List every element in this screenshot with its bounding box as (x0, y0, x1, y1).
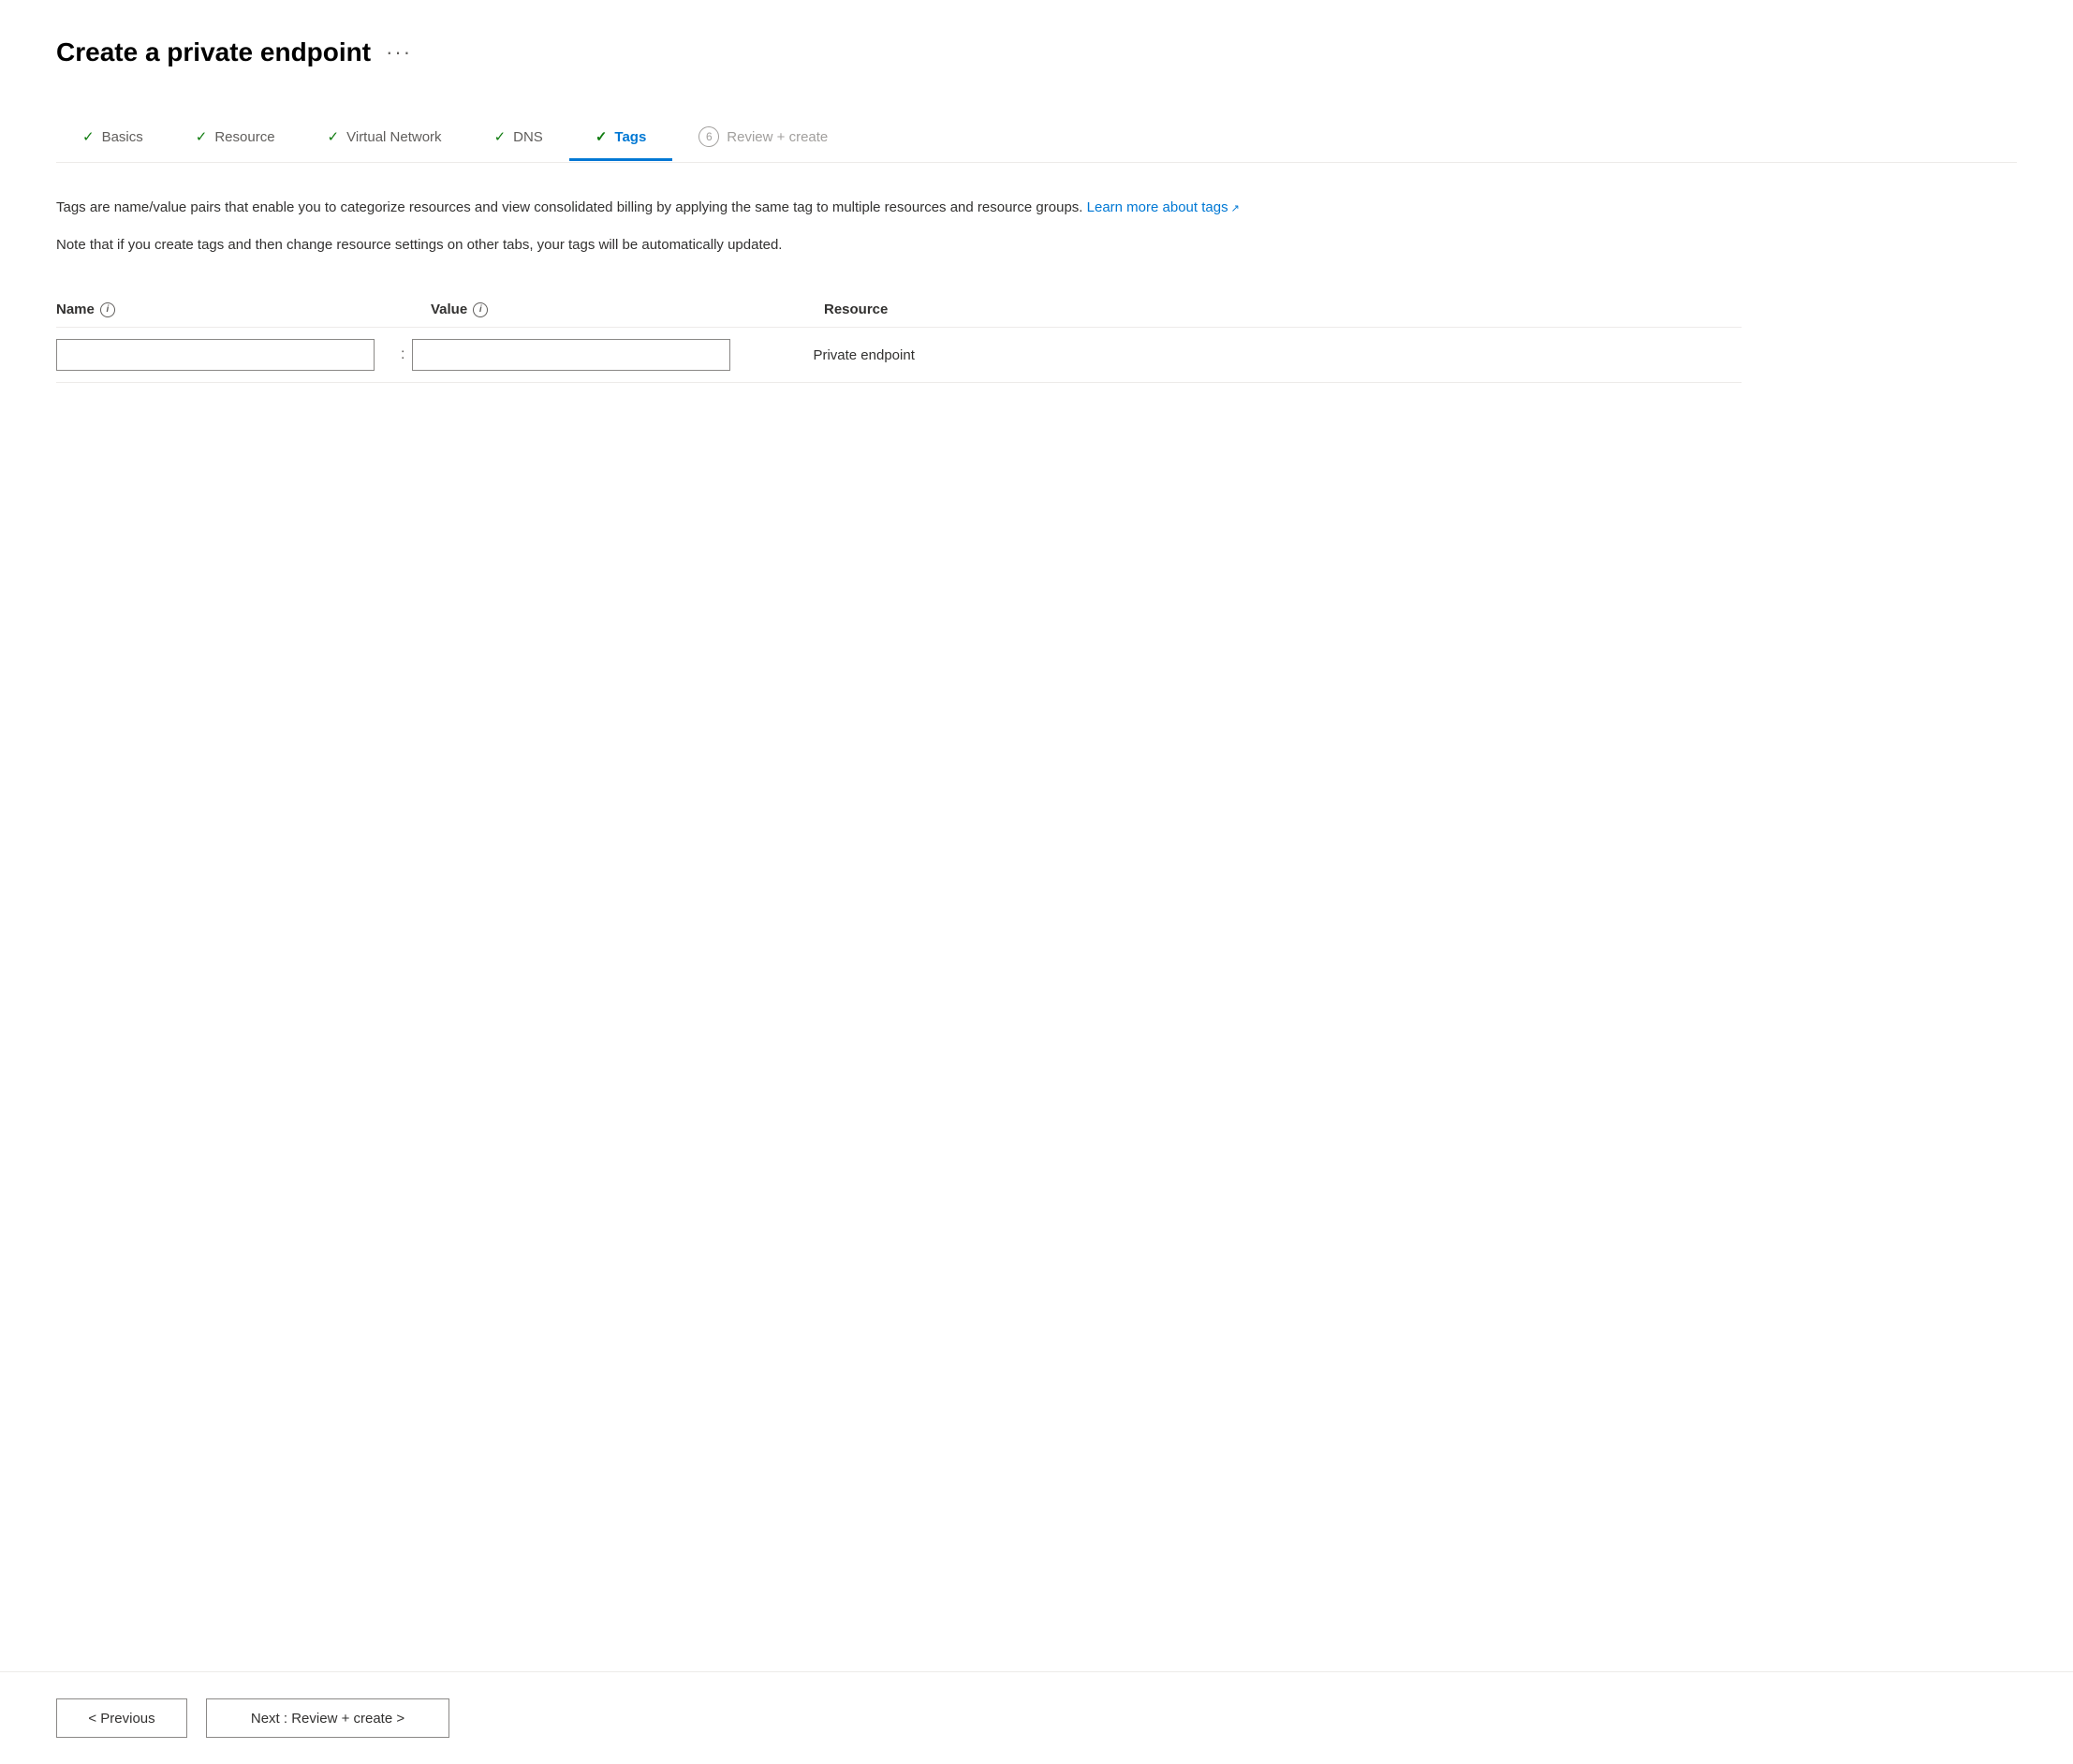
column-header-value: Value i (431, 301, 787, 317)
check-icon-dns: ✓ (494, 128, 507, 145)
note-text: Note that if you create tags and then ch… (56, 234, 1742, 257)
tab-virtual-network-label: Virtual Network (346, 129, 441, 145)
tab-basics[interactable]: ✓ Basics (56, 115, 169, 161)
wizard-tabs: ✓ Basics ✓ Resource ✓ Virtual Network ✓ … (56, 112, 2017, 163)
ellipsis-menu-button[interactable]: ··· (386, 40, 412, 65)
tag-resource-value: Private endpoint (813, 347, 914, 363)
check-icon-basics: ✓ (82, 128, 95, 145)
next-button[interactable]: Next : Review + create > (206, 1698, 449, 1738)
tab-tags-label: Tags (614, 129, 646, 145)
tag-value-input[interactable] (412, 339, 730, 371)
tab-dns-label: DNS (513, 129, 543, 145)
external-link-icon: ↗ (1231, 203, 1240, 214)
colon-separator: : (401, 346, 404, 363)
description-text: Tags are name/value pairs that enable yo… (56, 197, 1742, 219)
learn-more-link[interactable]: Learn more about tags↗ (1087, 199, 1240, 215)
step-number-circle: 6 (698, 126, 719, 147)
tab-resource[interactable]: ✓ Resource (169, 115, 301, 161)
tab-basics-label: Basics (102, 129, 143, 145)
value-info-icon[interactable]: i (473, 302, 488, 317)
tab-resource-label: Resource (214, 129, 274, 145)
previous-button[interactable]: < Previous (56, 1698, 187, 1738)
tab-review-create[interactable]: 6 Review + create (672, 113, 854, 163)
footer: < Previous Next : Review + create > (0, 1671, 2073, 1764)
tab-tags[interactable]: ✓ Tags (569, 115, 672, 161)
table-header: Name i Value i Resource (56, 301, 1742, 328)
check-icon-virtual-network: ✓ (328, 128, 340, 145)
tags-table: Name i Value i Resource : (56, 301, 1742, 383)
table-row: : Private endpoint (56, 328, 1742, 383)
tag-name-input[interactable] (56, 339, 375, 371)
check-icon-tags: ✓ (595, 128, 608, 145)
column-header-name: Name i (56, 301, 393, 317)
name-info-icon[interactable]: i (100, 302, 115, 317)
description-section: Tags are name/value pairs that enable yo… (56, 197, 1742, 257)
tab-dns[interactable]: ✓ DNS (468, 115, 569, 161)
tab-virtual-network[interactable]: ✓ Virtual Network (301, 115, 468, 161)
check-icon-resource: ✓ (196, 128, 208, 145)
page-title: Create a private endpoint (56, 37, 371, 67)
tab-review-create-label: Review + create (727, 129, 828, 145)
column-header-resource: Resource (824, 301, 1742, 317)
